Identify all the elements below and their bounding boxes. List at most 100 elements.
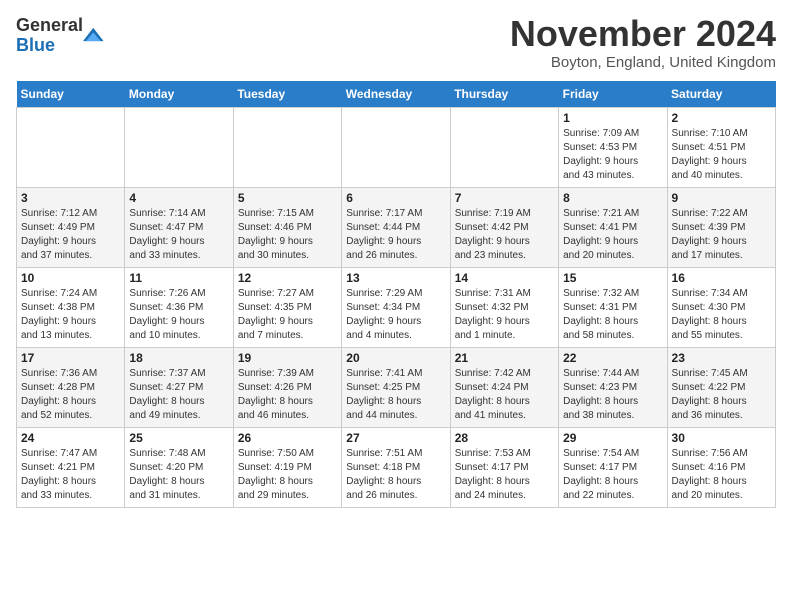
day-info: Sunrise: 7:15 AM Sunset: 4:46 PM Dayligh…	[238, 207, 337, 263]
calendar-cell: 18 Sunrise: 7:37 AM Sunset: 4:27 PM Dayli…	[125, 348, 233, 428]
day-info: Sunrise: 7:24 AM Sunset: 4:38 PM Dayligh…	[21, 287, 120, 343]
calendar-cell: 1Sunrise: 7:09 AM Sunset: 4:53 PM Daylig…	[559, 108, 667, 188]
day-info: Sunrise: 7:21 AM Sunset: 4:41 PM Dayligh…	[563, 207, 662, 263]
calendar-cell: 15Sunrise: 7:32 AM Sunset: 4:31 PM Dayli…	[559, 268, 667, 348]
day-number: 6	[346, 191, 445, 205]
calendar-cell: 5 Sunrise: 7:15 AM Sunset: 4:46 PM Daylig…	[233, 188, 341, 268]
day-info: Sunrise: 7:22 AM Sunset: 4:39 PM Dayligh…	[672, 207, 771, 263]
day-info: Sunrise: 7:14 AM Sunset: 4:47 PM Dayligh…	[129, 207, 228, 263]
day-info: Sunrise: 7:37 AM Sunset: 4:27 PM Dayligh…	[129, 367, 228, 423]
day-of-week-header: Saturday	[667, 81, 775, 108]
calendar-cell: 23 Sunrise: 7:45 AM Sunset: 4:22 PM Dayli…	[667, 348, 775, 428]
day-number: 30	[672, 431, 771, 445]
calendar-cell: 10 Sunrise: 7:24 AM Sunset: 4:38 PM Dayli…	[17, 268, 125, 348]
day-number: 25	[129, 431, 228, 445]
day-info: Sunrise: 7:53 AM Sunset: 4:17 PM Dayligh…	[455, 447, 554, 503]
location: Boyton, England, United Kingdom	[510, 54, 776, 71]
day-of-week-header: Monday	[125, 81, 233, 108]
day-info: Sunrise: 7:26 AM Sunset: 4:36 PM Dayligh…	[129, 287, 228, 343]
calendar-cell: 3 Sunrise: 7:12 AM Sunset: 4:49 PM Daylig…	[17, 188, 125, 268]
day-number: 2	[672, 111, 771, 125]
page-header: General Blue November 2024 Boyton, Engla…	[16, 16, 776, 71]
day-number: 9	[672, 191, 771, 205]
logo-general-text: General	[16, 15, 83, 35]
day-number: 22	[563, 351, 662, 365]
calendar-week-row: 1Sunrise: 7:09 AM Sunset: 4:53 PM Daylig…	[17, 108, 776, 188]
month-title: November 2024	[510, 16, 776, 52]
day-info: Sunrise: 7:45 AM Sunset: 4:22 PM Dayligh…	[672, 367, 771, 423]
day-info: Sunrise: 7:56 AM Sunset: 4:16 PM Dayligh…	[672, 447, 771, 503]
day-number: 19	[238, 351, 337, 365]
day-info: Sunrise: 7:50 AM Sunset: 4:19 PM Dayligh…	[238, 447, 337, 503]
calendar-cell: 4 Sunrise: 7:14 AM Sunset: 4:47 PM Daylig…	[125, 188, 233, 268]
calendar-week-row: 3 Sunrise: 7:12 AM Sunset: 4:49 PM Daylig…	[17, 188, 776, 268]
day-number: 11	[129, 271, 228, 285]
day-number: 13	[346, 271, 445, 285]
calendar-cell	[233, 108, 341, 188]
calendar-cell	[342, 108, 450, 188]
calendar-cell: 8 Sunrise: 7:21 AM Sunset: 4:41 PM Daylig…	[559, 188, 667, 268]
calendar-cell: 22 Sunrise: 7:44 AM Sunset: 4:23 PM Dayli…	[559, 348, 667, 428]
day-info: Sunrise: 7:32 AM Sunset: 4:31 PM Dayligh…	[563, 287, 662, 343]
calendar-cell	[450, 108, 558, 188]
day-number: 16	[672, 271, 771, 285]
day-number: 20	[346, 351, 445, 365]
day-info: Sunrise: 7:29 AM Sunset: 4:34 PM Dayligh…	[346, 287, 445, 343]
calendar-cell: 9 Sunrise: 7:22 AM Sunset: 4:39 PM Daylig…	[667, 188, 775, 268]
day-number: 23	[672, 351, 771, 365]
calendar-week-row: 24 Sunrise: 7:47 AM Sunset: 4:21 PM Dayli…	[17, 428, 776, 508]
calendar-cell: 24 Sunrise: 7:47 AM Sunset: 4:21 PM Dayli…	[17, 428, 125, 508]
day-number: 21	[455, 351, 554, 365]
day-number: 12	[238, 271, 337, 285]
day-info: Sunrise: 7:42 AM Sunset: 4:24 PM Dayligh…	[455, 367, 554, 423]
day-info: Sunrise: 7:27 AM Sunset: 4:35 PM Dayligh…	[238, 287, 337, 343]
calendar-cell: 25 Sunrise: 7:48 AM Sunset: 4:20 PM Dayli…	[125, 428, 233, 508]
day-number: 27	[346, 431, 445, 445]
calendar-cell	[125, 108, 233, 188]
title-block: November 2024 Boyton, England, United Ki…	[510, 16, 776, 71]
day-info: Sunrise: 7:10 AM Sunset: 4:51 PM Dayligh…	[672, 127, 771, 183]
logo-blue-text: Blue	[16, 35, 55, 55]
day-number: 4	[129, 191, 228, 205]
day-info: Sunrise: 7:34 AM Sunset: 4:30 PM Dayligh…	[672, 287, 771, 343]
day-number: 1	[563, 111, 662, 125]
calendar-cell: 19Sunrise: 7:39 AM Sunset: 4:26 PM Dayli…	[233, 348, 341, 428]
calendar-header-row: SundayMondayTuesdayWednesdayThursdayFrid…	[17, 81, 776, 108]
day-info: Sunrise: 7:48 AM Sunset: 4:20 PM Dayligh…	[129, 447, 228, 503]
day-info: Sunrise: 7:19 AM Sunset: 4:42 PM Dayligh…	[455, 207, 554, 263]
day-number: 8	[563, 191, 662, 205]
calendar-cell: 21 Sunrise: 7:42 AM Sunset: 4:24 PM Dayli…	[450, 348, 558, 428]
calendar-cell: 29Sunrise: 7:54 AM Sunset: 4:17 PM Dayli…	[559, 428, 667, 508]
calendar-cell: 2 Sunrise: 7:10 AM Sunset: 4:51 PM Daylig…	[667, 108, 775, 188]
day-number: 5	[238, 191, 337, 205]
logo-icon	[83, 25, 105, 47]
day-number: 3	[21, 191, 120, 205]
calendar-cell: 17Sunrise: 7:36 AM Sunset: 4:28 PM Dayli…	[17, 348, 125, 428]
calendar-cell: 13 Sunrise: 7:29 AM Sunset: 4:34 PM Dayli…	[342, 268, 450, 348]
day-info: Sunrise: 7:12 AM Sunset: 4:49 PM Dayligh…	[21, 207, 120, 263]
calendar-cell: 11 Sunrise: 7:26 AM Sunset: 4:36 PM Dayli…	[125, 268, 233, 348]
day-info: Sunrise: 7:17 AM Sunset: 4:44 PM Dayligh…	[346, 207, 445, 263]
calendar-cell	[17, 108, 125, 188]
day-number: 18	[129, 351, 228, 365]
day-info: Sunrise: 7:41 AM Sunset: 4:25 PM Dayligh…	[346, 367, 445, 423]
calendar-cell: 30 Sunrise: 7:56 AM Sunset: 4:16 PM Dayli…	[667, 428, 775, 508]
calendar-cell: 28Sunrise: 7:53 AM Sunset: 4:17 PM Dayli…	[450, 428, 558, 508]
day-of-week-header: Tuesday	[233, 81, 341, 108]
day-of-week-header: Thursday	[450, 81, 558, 108]
day-number: 24	[21, 431, 120, 445]
day-number: 10	[21, 271, 120, 285]
calendar-cell: 7 Sunrise: 7:19 AM Sunset: 4:42 PM Daylig…	[450, 188, 558, 268]
calendar-week-row: 17Sunrise: 7:36 AM Sunset: 4:28 PM Dayli…	[17, 348, 776, 428]
day-info: Sunrise: 7:47 AM Sunset: 4:21 PM Dayligh…	[21, 447, 120, 503]
day-info: Sunrise: 7:31 AM Sunset: 4:32 PM Dayligh…	[455, 287, 554, 343]
day-of-week-header: Sunday	[17, 81, 125, 108]
day-info: Sunrise: 7:44 AM Sunset: 4:23 PM Dayligh…	[563, 367, 662, 423]
day-info: Sunrise: 7:36 AM Sunset: 4:28 PM Dayligh…	[21, 367, 120, 423]
calendar-cell: 16 Sunrise: 7:34 AM Sunset: 4:30 PM Dayli…	[667, 268, 775, 348]
day-number: 14	[455, 271, 554, 285]
day-number: 7	[455, 191, 554, 205]
day-number: 26	[238, 431, 337, 445]
calendar-cell: 14 Sunrise: 7:31 AM Sunset: 4:32 PM Dayli…	[450, 268, 558, 348]
calendar-cell: 12 Sunrise: 7:27 AM Sunset: 4:35 PM Dayli…	[233, 268, 341, 348]
